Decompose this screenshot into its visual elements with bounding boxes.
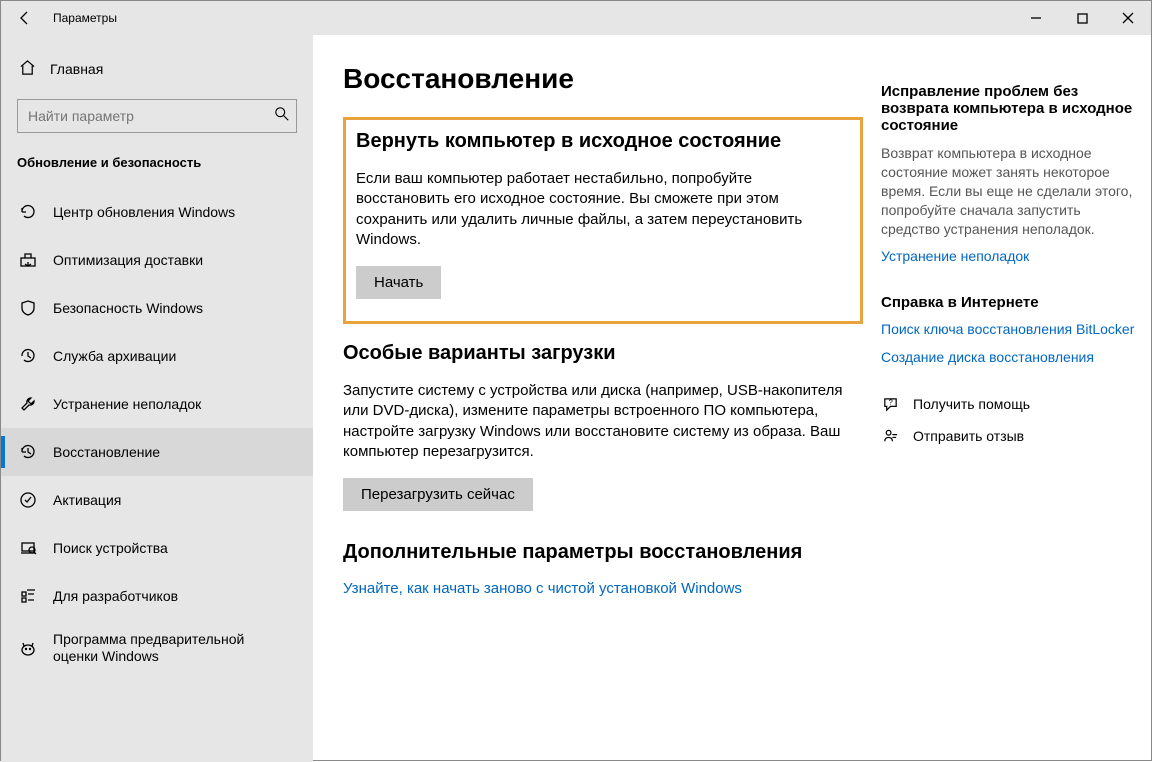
fix-problems-block: Исправление проблем без возврата компьют… (881, 83, 1141, 264)
insider-icon (19, 639, 37, 657)
page-title: Восстановление (343, 63, 863, 95)
sidebar-item-delivery-optimization[interactable]: Оптимизация доставки (1, 236, 313, 284)
advanced-startup-section: Особые варианты загрузки Запустите систе… (343, 342, 863, 511)
sidebar-home[interactable]: Главная (1, 49, 313, 89)
maximize-button[interactable] (1059, 1, 1105, 35)
more-recovery-heading: Дополнительные параметры восстановления (343, 541, 863, 564)
sidebar-item-backup[interactable]: Служба архивации (1, 332, 313, 380)
restart-now-button[interactable]: Перезагрузить сейчас (343, 478, 533, 511)
feedback-icon (881, 427, 899, 445)
svg-text:?: ? (888, 397, 892, 406)
web-help-block: Справка в Интернете Поиск ключа восстано… (881, 294, 1141, 365)
support-actions: ? Получить помощь Отправить отзыв (881, 395, 1141, 445)
reset-pc-section: Вернуть компьютер в исходное состояние Е… (343, 117, 863, 324)
minimize-button[interactable] (1013, 1, 1059, 35)
give-feedback[interactable]: Отправить отзыв (881, 427, 1141, 445)
search-box[interactable] (17, 99, 297, 133)
sidebar-item-windows-update[interactable]: Центр обновления Windows (1, 188, 313, 236)
advanced-startup-heading: Особые варианты загрузки (343, 342, 863, 365)
developers-icon (19, 587, 37, 605)
sidebar: Главная Обновление и безопасность Центр … (1, 35, 313, 762)
sidebar-item-insider-program[interactable]: Программа предварительной оценки Windows (1, 620, 313, 676)
recovery-icon (19, 443, 37, 461)
home-icon (19, 59, 36, 79)
search-icon (274, 106, 290, 127)
sidebar-item-activation[interactable]: Активация (1, 476, 313, 524)
recovery-drive-link[interactable]: Создание диска восстановления (881, 349, 1141, 365)
search-input[interactable] (28, 108, 274, 124)
find-device-icon (19, 539, 37, 557)
main-content: Восстановление Вернуть компьютер в исход… (313, 35, 1151, 762)
fix-problems-text: Возврат компьютера в исходное состояние … (881, 144, 1141, 238)
wrench-icon (19, 395, 37, 413)
sidebar-item-windows-security[interactable]: Безопасность Windows (1, 284, 313, 332)
advanced-startup-text: Запустите систему с устройства или диска… (343, 381, 863, 462)
delivery-icon (19, 251, 37, 269)
sidebar-item-recovery[interactable]: Восстановление (1, 428, 313, 476)
chat-icon: ? (881, 395, 899, 413)
reset-pc-button[interactable]: Начать (356, 266, 441, 299)
sidebar-item-troubleshoot[interactable]: Устранение неполадок (1, 380, 313, 428)
fix-problems-heading: Исправление проблем без возврата компьют… (881, 83, 1141, 134)
backup-icon (19, 347, 37, 365)
fresh-start-link[interactable]: Узнайте, как начать заново с чистой уста… (343, 580, 742, 597)
get-help-label: Получить помощь (913, 396, 1030, 412)
troubleshoot-link[interactable]: Устранение неполадок (881, 248, 1141, 264)
more-recovery-section: Дополнительные параметры восстановления … (343, 541, 863, 598)
close-button[interactable] (1105, 1, 1151, 35)
activation-icon (19, 491, 37, 509)
sidebar-home-label: Главная (50, 61, 103, 77)
sidebar-category: Обновление и безопасность (1, 133, 313, 188)
reset-pc-heading: Вернуть компьютер в исходное состояние (356, 130, 842, 153)
update-icon (19, 203, 37, 221)
sidebar-item-for-developers[interactable]: Для разработчиков (1, 572, 313, 620)
give-feedback-label: Отправить отзыв (913, 428, 1024, 444)
sidebar-item-find-my-device[interactable]: Поиск устройства (1, 524, 313, 572)
shield-icon (19, 299, 37, 317)
back-button[interactable] (1, 1, 49, 35)
titlebar: Параметры (1, 1, 1151, 35)
bitlocker-link[interactable]: Поиск ключа восстановления BitLocker (881, 321, 1141, 337)
get-help[interactable]: ? Получить помощь (881, 395, 1141, 413)
right-column: Исправление проблем без возврата компьют… (881, 63, 1141, 762)
reset-pc-text: Если ваш компьютер работает нестабильно,… (356, 169, 842, 250)
window-title: Параметры (53, 11, 117, 25)
web-help-heading: Справка в Интернете (881, 294, 1141, 311)
